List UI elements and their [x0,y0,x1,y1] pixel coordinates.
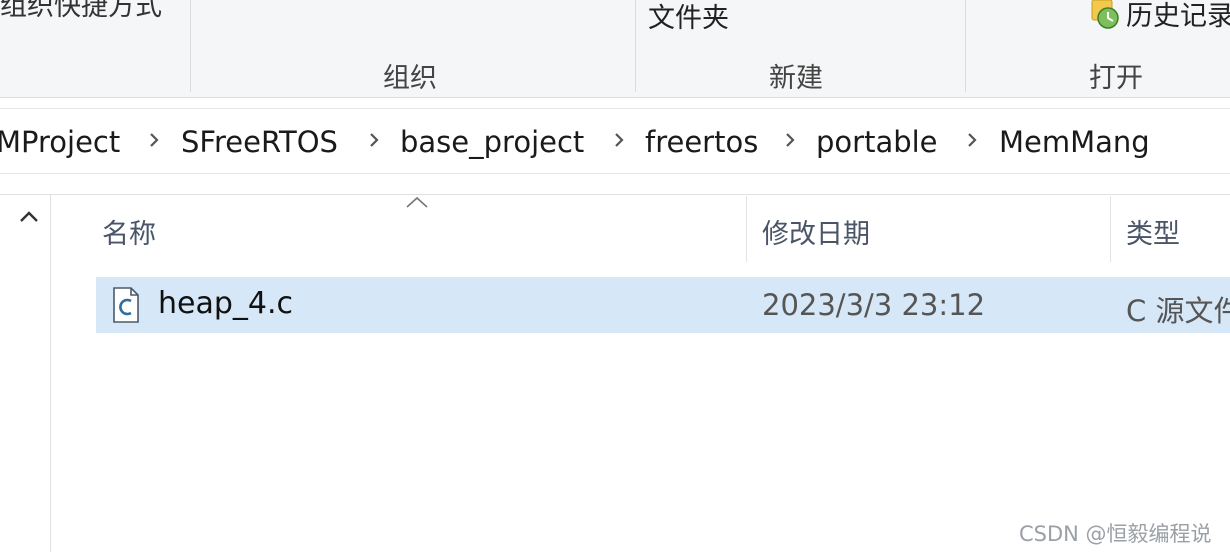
breadcrumb-item[interactable]: MemMang [999,125,1150,159]
file-modified-date: 2023/3/3 23:12 [762,288,986,322]
history-label: 历史记录 [1126,1,1230,32]
ribbon-cut-label[interactable]: 组织快捷方式 [0,0,162,23]
history-button[interactable]: 历史记录 [1088,0,1230,33]
chevron-right-icon[interactable] [606,127,632,153]
ribbon-separator [190,0,191,92]
column-header-type[interactable]: 类型 [1126,212,1180,251]
new-folder-button[interactable]: 文件夹 [648,0,729,35]
column-separator[interactable] [746,196,747,262]
column-separator[interactable] [1110,196,1111,262]
navigation-pane[interactable] [0,195,51,552]
watermark: CSDN @恒毅编程说 [1019,522,1212,546]
file-type: C 源文件 [1126,294,1230,328]
chevron-right-icon[interactable] [959,127,985,153]
sort-ascending-icon [406,196,428,208]
file-name[interactable]: heap_4.c [158,286,293,321]
chevron-right-icon[interactable] [361,127,387,153]
breadcrumb-item[interactable]: base_project [400,125,584,159]
chevron-up-icon[interactable] [14,205,44,229]
column-header-modified[interactable]: 修改日期 [762,212,870,251]
address-bar[interactable]: MProject SFreeRTOS base_project freertos… [0,108,1230,174]
chevron-right-icon[interactable] [777,127,803,153]
ribbon-separator [965,0,966,92]
ribbon-separator [635,0,636,92]
ribbon: 组织快捷方式 文件夹 历史记录 组织 新建 打开 [0,0,1230,98]
breadcrumb-item[interactable]: portable [816,125,938,159]
history-icon [1091,0,1119,29]
group-label-new: 新建 [769,63,823,94]
group-label-organize: 组织 [383,63,437,94]
breadcrumb-item[interactable]: MProject [0,125,120,159]
chevron-right-icon[interactable] [141,127,167,153]
breadcrumb-item[interactable]: freertos [645,125,758,159]
column-header-name[interactable]: 名称 [102,212,156,251]
divider [0,194,1230,195]
group-label-open: 打开 [1089,63,1143,94]
c-file-icon [113,287,139,323]
file-row[interactable]: heap_4.c 2023/3/3 23:12 C 源文件 [96,277,1230,333]
breadcrumb-item[interactable]: SFreeRTOS [181,125,338,159]
